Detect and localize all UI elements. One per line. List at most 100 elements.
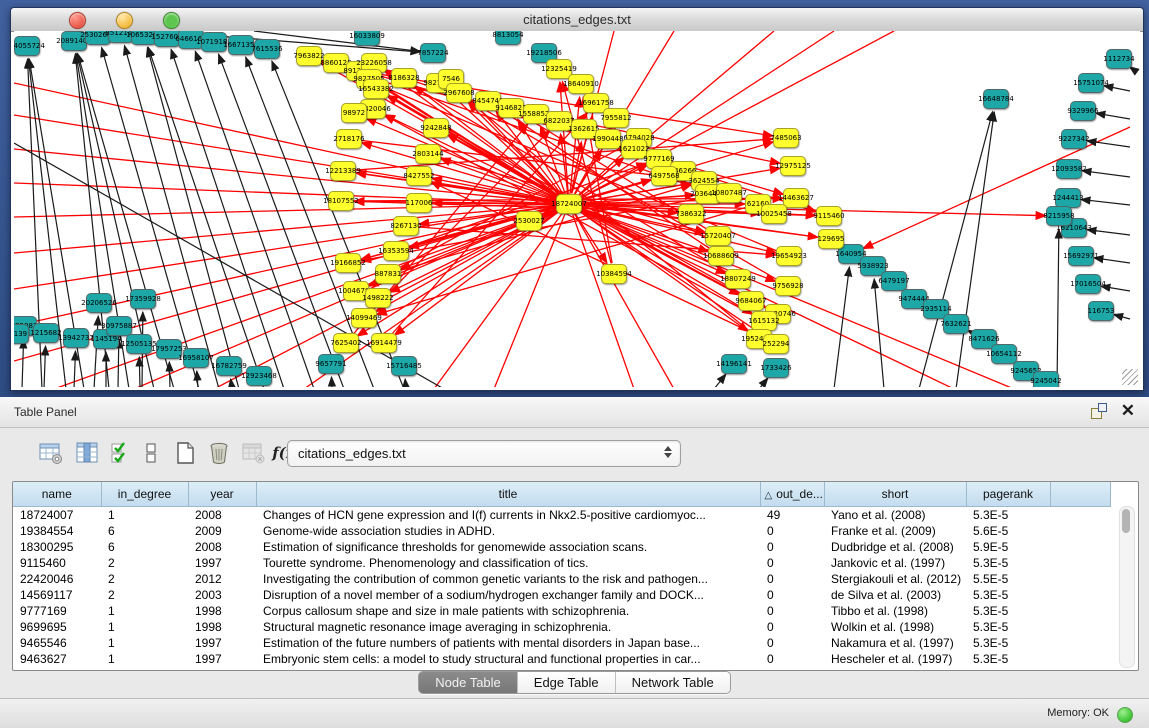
graph-node[interactable]: 7857224 <box>420 43 446 63</box>
graph-node[interactable]: 1498222 <box>365 288 391 308</box>
table-row[interactable]: 977716911998Corpus callosum shape and si… <box>13 603 1110 619</box>
column-header-in_degree[interactable]: in_degree <box>101 482 188 507</box>
graph-node[interactable]: 8813054 <box>495 31 521 45</box>
graph-node[interactable]: 17016504 <box>1075 274 1101 294</box>
graph-node[interactable]: 10688609 <box>708 246 734 266</box>
graph-node[interactable]: 10025458 <box>761 204 787 224</box>
graph-node[interactable]: 14463627 <box>783 188 809 208</box>
graph-node[interactable]: 9227342 <box>1061 129 1087 149</box>
graph-node[interactable]: 1244413 <box>1055 188 1081 208</box>
table-row[interactable]: 2242004622012Investigating the contribut… <box>13 571 1110 587</box>
graph-node[interactable]: 16958107 <box>183 348 209 368</box>
table-row[interactable]: 946554611997Estimation of the future num… <box>13 635 1110 651</box>
graph-node[interactable]: 7955812 <box>603 108 629 128</box>
graph-node[interactable]: 14055724 <box>14 36 40 56</box>
graph-node[interactable]: 2718176 <box>336 129 362 149</box>
table-source-select[interactable]: citations_edges.txt <box>287 440 681 467</box>
new-table-button[interactable] <box>170 438 200 468</box>
network-window-titlebar[interactable]: citations_edges.txt <box>11 8 1143 32</box>
graph-node[interactable]: 14196141 <box>721 354 747 374</box>
graph-node[interactable]: 10654112 <box>991 344 1017 364</box>
graph-node[interactable]: 15751074 <box>1078 73 1104 93</box>
graph-node[interactable]: 116753 <box>1088 301 1114 321</box>
graph-node[interactable]: 1112734 <box>1106 49 1132 69</box>
graph-node[interactable]: 6479197 <box>881 271 907 291</box>
network-canvas[interactable]: 1405572420891406253026618512119106532871… <box>14 31 1140 387</box>
graph-node[interactable]: 7963822 <box>296 46 322 66</box>
graph-node[interactable]: 9242848 <box>423 118 449 138</box>
graph-node[interactable]: 13942737 <box>63 328 89 348</box>
graph-node[interactable]: 2803144 <box>415 144 441 164</box>
graph-node[interactable]: 9245042 <box>1033 371 1059 387</box>
graph-node[interactable]: 7625402 <box>333 333 359 353</box>
float-panel-icon[interactable] <box>1091 403 1107 419</box>
close-panel-icon[interactable]: ✕ <box>1121 403 1135 419</box>
graph-node[interactable]: 2967608 <box>446 83 472 103</box>
graph-node[interactable]: 252294 <box>763 334 789 354</box>
graph-node[interactable]: 19166852 <box>335 253 361 273</box>
graph-node[interactable]: 12093582 <box>1056 159 1082 179</box>
graph-node[interactable]: 15720407 <box>705 226 731 246</box>
graph-node[interactable]: 16543382 <box>363 79 389 99</box>
table-settings-button[interactable] <box>36 438 66 468</box>
hub-node[interactable]: 18724007 <box>556 194 582 214</box>
graph-node[interactable]: 117006 <box>406 193 432 213</box>
graph-node[interactable]: 887831 <box>375 264 401 284</box>
graph-node[interactable]: 2530027 <box>516 211 542 231</box>
graph-node[interactable]: 7485063 <box>773 128 799 148</box>
graph-node[interactable]: 8186328 <box>391 68 417 88</box>
column-header-year[interactable]: year <box>188 482 256 507</box>
graph-node[interactable]: 18107552 <box>328 191 354 211</box>
graph-node[interactable]: 17359928 <box>130 289 156 309</box>
graph-node[interactable]: 16782759 <box>216 356 242 376</box>
graph-node[interactable]: 12213389 <box>330 161 356 181</box>
column-header-out_de...[interactable]: △out_de... <box>760 482 824 507</box>
graph-node[interactable]: 8427552 <box>406 166 432 186</box>
graph-node[interactable]: 10807487 <box>716 183 742 203</box>
graph-node[interactable]: 30975887 <box>106 316 132 336</box>
graph-node[interactable]: 1990448 <box>595 129 621 149</box>
memory-ok-icon[interactable] <box>1117 707 1133 723</box>
graph-node[interactable]: 9756928 <box>775 276 801 296</box>
graph-node[interactable]: 1215682 <box>33 323 59 343</box>
graph-node[interactable]: 7632621 <box>943 314 969 334</box>
row-height-button[interactable] <box>136 438 166 468</box>
graph-node[interactable]: 6497568 <box>651 166 677 186</box>
canvas-resize-grip[interactable] <box>1122 369 1138 385</box>
graph-node[interactable]: 16033809 <box>354 31 380 46</box>
row-selection-button[interactable] <box>106 438 136 468</box>
graph-node[interactable]: 16648784 <box>983 89 1009 109</box>
graph-node[interactable]: 7615536 <box>254 39 280 59</box>
graph-node[interactable]: 9684067 <box>738 291 764 311</box>
tab-network-table[interactable]: Network Table <box>615 672 730 693</box>
graph-node[interactable]: 18807249 <box>725 269 751 289</box>
scrollbar-thumb[interactable] <box>1122 509 1130 533</box>
graph-node[interactable]: 16353594 <box>383 241 409 261</box>
graph-node[interactable]: 12975125 <box>780 156 806 176</box>
graph-node[interactable]: 18640910 <box>568 74 594 94</box>
graph-node[interactable]: 9329966 <box>1070 101 1096 121</box>
graph-node[interactable]: 9115460 <box>816 206 842 226</box>
graph-node[interactable]: 12923468 <box>246 366 272 386</box>
tab-node-table[interactable]: Node Table <box>419 672 517 693</box>
column-header-short[interactable]: short <box>824 482 966 507</box>
delete-table-button[interactable] <box>204 438 234 468</box>
graph-node[interactable]: 10384594 <box>601 264 627 284</box>
graph-node[interactable]: 16914479 <box>371 333 397 353</box>
table-row[interactable]: 946362711997Embryonic stem cells: a mode… <box>13 651 1110 667</box>
graph-node[interactable]: 129695 <box>818 229 844 249</box>
graph-node[interactable]: 7386322 <box>678 204 704 224</box>
graph-node[interactable]: 98972 <box>341 103 367 123</box>
table-row[interactable]: 1938455462009Genome-wide association stu… <box>13 523 1110 539</box>
tab-edge-table[interactable]: Edge Table <box>517 672 615 693</box>
table-row[interactable]: 1830029562008Estimation of significance … <box>13 539 1110 555</box>
graph-node[interactable]: 14099469 <box>351 308 377 328</box>
graph-node[interactable]: 8215958 <box>1046 206 1072 226</box>
column-header-name[interactable]: name <box>13 482 101 507</box>
column-header-title[interactable]: title <box>256 482 760 507</box>
table-row[interactable]: 1456911722003Disruption of a novel membe… <box>13 587 1110 603</box>
table-vertical-scrollbar[interactable] <box>1119 506 1135 668</box>
graph-node[interactable]: 15716485 <box>391 356 417 376</box>
column-chooser-button[interactable] <box>72 438 102 468</box>
table-row[interactable]: 1872400712008Changes of HCN gene express… <box>13 507 1110 524</box>
